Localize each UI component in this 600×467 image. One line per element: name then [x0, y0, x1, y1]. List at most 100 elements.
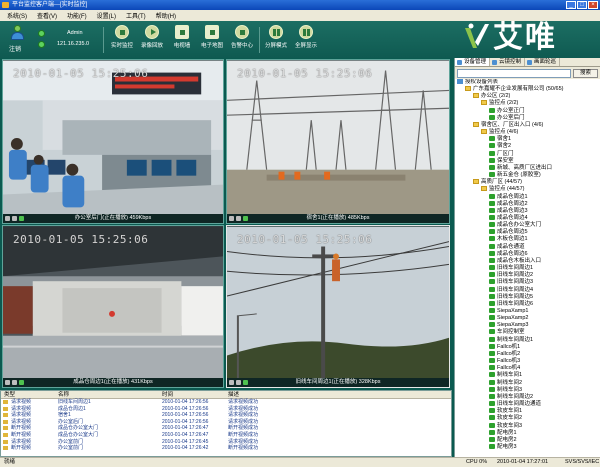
tree-group-item[interactable]: 办公区 (2/2): [457, 93, 600, 100]
menu-tools[interactable]: 工具(T): [121, 11, 151, 20]
tree-camera-item[interactable]: SiepaXamp1: [457, 308, 600, 315]
tree-camera-item[interactable]: SiepaXamp3: [457, 322, 600, 329]
tab-ptz-control[interactable]: 云镜控制: [490, 58, 526, 66]
snapshot-icon[interactable]: [236, 216, 241, 221]
table-row[interactable]: 请求视频 旧线车间周边1 2010-01-04 17:26:56 请求视频成功: [1, 399, 451, 406]
cell-type: 断开视频: [1, 432, 58, 439]
split-screen-button[interactable]: 分屏模式: [261, 25, 291, 55]
col-desc[interactable]: 描述: [228, 391, 451, 398]
tree-camera-item[interactable]: 旧线车间周边4: [457, 286, 600, 294]
tree-group-item[interactable]: 宿舍区、厂区出入口 (4/6): [457, 121, 600, 129]
menu-settings[interactable]: 设置(L): [92, 11, 121, 20]
table-row[interactable]: 断开视频 成品仓办公室大门 2010-01-04 17:26:47 断开视频成功: [1, 425, 451, 432]
fullscreen-button[interactable]: 全屏显示: [291, 25, 321, 55]
tree-camera-item[interactable]: 车间控制室: [457, 329, 600, 336]
tree-camera-item[interactable]: 配电房2: [457, 436, 600, 444]
tree-camera-item[interactable]: 制线车间3: [457, 386, 600, 394]
tree-camera-item[interactable]: Fallco机2: [457, 350, 600, 358]
search-button[interactable]: 搜索: [572, 68, 598, 78]
tree-group-item[interactable]: 广东嘉耀不企业发展有限公司 (50/65): [457, 86, 600, 93]
tree-camera-item[interactable]: 成品仓周边2: [457, 200, 600, 208]
minimize-button[interactable]: _: [566, 1, 576, 9]
tree-camera-item[interactable]: Fallco机4: [457, 365, 600, 372]
tree-camera-item[interactable]: 新五金仓 (原胶室): [457, 172, 600, 179]
tree-camera-item[interactable]: 旧线车间周边5: [457, 293, 600, 301]
tree-camera-item[interactable]: Fallco机1: [457, 343, 600, 351]
tree-camera-item[interactable]: 旧线车间周边3: [457, 279, 600, 286]
e-map-button[interactable]: 电子地图: [197, 25, 227, 55]
tree-camera-item[interactable]: 宿舍2: [457, 143, 600, 150]
tree-camera-item[interactable]: 制线车间周边2: [457, 393, 600, 401]
tree-camera-item[interactable]: 成品仓周边1: [457, 193, 600, 201]
tree-camera-item[interactable]: 制线车间2: [457, 379, 600, 387]
record-icon[interactable]: [229, 380, 234, 385]
tree-camera-item[interactable]: 成品仓木板出入口: [457, 257, 600, 265]
tree-camera-item[interactable]: 配电房3: [457, 443, 600, 449]
video-cell-2[interactable]: 2010-01-05 15:25:06 宿舍1(正在播放) 485Kbps: [226, 59, 450, 224]
alarm-center-button[interactable]: 告警中心: [227, 25, 257, 55]
camera-icon: [489, 393, 495, 399]
tab-screen-cycle[interactable]: 画面轮巡: [525, 58, 561, 66]
tree-item-label: 成品仓办公室大门: [497, 222, 542, 229]
tree-camera-item[interactable]: 成品仓周边6: [457, 250, 600, 258]
tree-camera-item[interactable]: 软皮车间1: [457, 408, 600, 415]
record-icon[interactable]: [5, 380, 10, 385]
tree-camera-item[interactable]: 办公室正门: [457, 107, 600, 115]
camera-icon: [489, 429, 495, 435]
menu-help[interactable]: 帮助(H): [151, 11, 181, 20]
tree-camera-item[interactable]: 保安室: [457, 157, 600, 165]
tree-group-item[interactable]: 监控点 (4/6): [457, 129, 600, 136]
tree-camera-item[interactable]: 制线车间周边1: [457, 336, 600, 344]
tree-camera-item[interactable]: 旧线车间周边6: [457, 300, 600, 308]
tree-group-item[interactable]: 高质厂区 (44/57): [457, 179, 600, 186]
close-button[interactable]: ×: [588, 1, 598, 9]
menu-view[interactable]: 查看(V): [32, 11, 62, 20]
audio-icon[interactable]: [19, 216, 24, 221]
tv-wall-button[interactable]: 电视墙: [167, 25, 197, 55]
video-cell-3[interactable]: 2010-01-05 15:25:06 成品仓周边1(正在播放) 431Kbps: [2, 225, 224, 388]
tree-camera-item[interactable]: 成品仓周边5: [457, 229, 600, 236]
tree-camera-item[interactable]: 成品仓办公室大门: [457, 222, 600, 229]
tree-camera-item[interactable]: 办公室后门: [457, 114, 600, 122]
tree-camera-item[interactable]: 木板仓周边1: [457, 236, 600, 243]
tree-camera-item[interactable]: 厂区门: [457, 150, 600, 158]
tree-camera-item[interactable]: 配电房1: [457, 429, 600, 437]
record-icon[interactable]: [5, 216, 10, 221]
tree-camera-item[interactable]: 制线车间1: [457, 372, 600, 379]
log-header: 类型 名称 时间 描述: [1, 391, 451, 399]
table-row[interactable]: 请求视频 宿舍1 2010-01-04 17:26:56 请求视频成功: [1, 412, 451, 419]
menu-system[interactable]: 系统(S): [2, 11, 32, 20]
tree-camera-item[interactable]: 新城、高质厂区进出口: [457, 164, 600, 172]
playback-button[interactable]: 录像回放: [137, 25, 167, 55]
audio-icon[interactable]: [243, 380, 248, 385]
tree-camera-item[interactable]: 软皮车间3: [457, 422, 600, 430]
video-cell-1[interactable]: 2010-01-05 15:25:06 办公室后门(正在播放) 459Kbps: [2, 59, 224, 224]
search-input[interactable]: [457, 68, 571, 78]
tree-group-item[interactable]: 监控点 (2/2): [457, 100, 600, 107]
video-cell-4[interactable]: 2010-01-05 15:25:06 旧线车间周边1(正在播放) 328Kbp…: [226, 225, 450, 388]
live-monitor-button[interactable]: 实时监控: [107, 25, 137, 55]
menu-function[interactable]: 功能(F): [62, 11, 92, 20]
snapshot-icon[interactable]: [12, 380, 17, 385]
snapshot-icon[interactable]: [236, 380, 241, 385]
maximize-button[interactable]: □: [577, 1, 587, 9]
record-icon[interactable]: [229, 216, 234, 221]
tree-camera-item[interactable]: 宿舍1: [457, 136, 600, 143]
tree-camera-item[interactable]: 成品仓周边3: [457, 207, 600, 215]
table-row[interactable]: 断开视频 成品仓办公室大门 2010-01-04 17:26:47 断开视频成功: [1, 432, 451, 439]
audio-icon[interactable]: [19, 380, 24, 385]
logout-button[interactable]: [10, 25, 24, 41]
col-type[interactable]: 类型: [1, 391, 58, 398]
tree-camera-item[interactable]: 旧线车间周边通道: [457, 401, 600, 408]
tree-group-item[interactable]: 监控点 (44/57): [457, 186, 600, 193]
col-time[interactable]: 时间: [162, 391, 228, 398]
tree-camera-item[interactable]: Fallco机3: [457, 358, 600, 365]
tab-device-management[interactable]: 设备管理: [455, 58, 491, 66]
tree-camera-item[interactable]: 软皮车间2: [457, 415, 600, 422]
snapshot-icon[interactable]: [12, 216, 17, 221]
tree-camera-item[interactable]: 成品仓通道: [457, 243, 600, 251]
table-row[interactable]: 断开视频 办公室前门 2010-01-04 17:26:42 断开视频成功: [1, 445, 451, 452]
tree-camera-item[interactable]: SiepaXamp2: [457, 315, 600, 322]
col-name[interactable]: 名称: [58, 391, 162, 398]
audio-icon[interactable]: [243, 216, 248, 221]
